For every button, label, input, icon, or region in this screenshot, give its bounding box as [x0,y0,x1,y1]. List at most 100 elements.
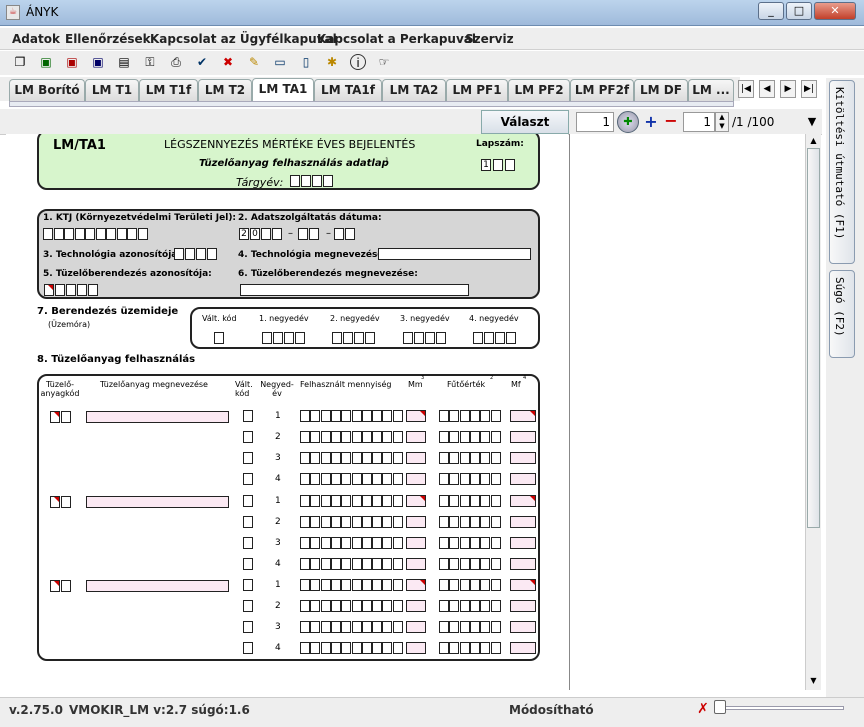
calorific-cell[interactable] [439,516,449,528]
s7-quarter-cell[interactable] [425,332,435,344]
quantity-cell[interactable] [392,642,403,654]
quantity-cell[interactable] [341,431,352,443]
quantity-cell[interactable] [320,410,331,422]
quantity-cell[interactable] [382,473,393,485]
quantity-cell[interactable] [310,452,321,464]
calorific-cell[interactable] [459,452,470,464]
calorific-cell[interactable] [480,410,491,422]
menu-szerviz[interactable]: Szerviz [465,32,514,46]
quantity-cell[interactable] [392,410,403,422]
calorific-cell[interactable] [449,642,460,654]
calorific-cell[interactable] [469,579,480,591]
vertical-scrollbar[interactable]: ▲ ▼ [805,134,821,690]
calorific-cell[interactable] [449,579,460,591]
zoom-slider-handle[interactable] [714,700,726,714]
mf-input[interactable] [510,452,536,464]
last-tab-icon[interactable]: ▶| [801,80,817,98]
edit-icon[interactable]: ✎ [246,54,262,70]
tech-id-cell[interactable] [185,248,195,260]
calorific-cell[interactable] [459,431,470,443]
first-tab-icon[interactable]: |◀ [738,80,754,98]
tech-name-input[interactable] [378,248,531,260]
dropdown-icon[interactable]: ▼ [802,112,822,132]
mf-input[interactable] [510,431,536,443]
mf-input[interactable] [510,579,536,591]
row-valt-cell[interactable] [243,473,253,485]
quantity-cell[interactable] [351,473,362,485]
calorific-cell[interactable] [439,537,449,549]
calorific-cell[interactable] [439,431,449,443]
mm-input[interactable] [406,431,426,443]
calorific-cell[interactable] [459,621,470,633]
quantity-cell[interactable] [372,516,383,528]
tab-lm-ta1[interactable]: LM TA1 [252,78,314,102]
quantity-cell[interactable] [320,537,331,549]
s7-quarter-cell[interactable] [506,332,516,344]
quantity-cell[interactable] [300,473,310,485]
calorific-cell[interactable] [490,621,501,633]
quantity-cell[interactable] [361,537,372,549]
row-valt-cell[interactable] [243,495,253,507]
calorific-cell[interactable] [469,537,480,549]
quantity-cell[interactable] [330,431,341,443]
quantity-cell[interactable] [351,516,362,528]
quantity-cell[interactable] [320,579,331,591]
quantity-cell[interactable] [392,452,403,464]
tab-lm-t2[interactable]: LM T2 [198,79,252,101]
quantity-cell[interactable] [382,579,393,591]
delete-icon[interactable]: ✖ [220,54,236,70]
tab-lm-t1[interactable]: LM T1 [85,79,139,101]
device-id-cell[interactable] [88,284,98,296]
select-button[interactable]: Választ [481,110,569,134]
tab-lm-pf1[interactable]: LM PF1 [446,79,508,101]
date-month-cell[interactable] [298,228,308,240]
ktj-cell[interactable] [127,228,137,240]
date-year-cell[interactable]: 2 [239,228,249,240]
menu-ugyfelkapu[interactable]: Kapcsolat az Ügyfélkapuval [150,32,337,46]
s7-quarter-cell[interactable] [403,332,413,344]
add-page-icon[interactable]: ✚ [617,111,639,133]
calorific-cell[interactable] [490,558,501,570]
calorific-cell[interactable] [490,431,501,443]
calorific-cell[interactable] [480,537,491,549]
scroll-thumb[interactable] [807,148,820,528]
quantity-cell[interactable] [382,600,393,612]
quantity-cell[interactable] [372,537,383,549]
quantity-cell[interactable] [382,621,393,633]
quantity-cell[interactable] [382,558,393,570]
calorific-cell[interactable] [459,537,470,549]
device-id-cell[interactable] [66,284,76,296]
save-as-icon[interactable]: ▣ [90,54,106,70]
calculator-icon[interactable]: ▤ [116,54,132,70]
quantity-cell[interactable] [310,579,321,591]
mf-input[interactable] [510,410,536,422]
calorific-cell[interactable] [459,600,470,612]
calorific-cell[interactable] [480,431,491,443]
calorific-cell[interactable] [449,410,460,422]
calorific-cell[interactable] [490,642,501,654]
fuel-code-cell[interactable] [50,580,60,592]
quantity-cell[interactable] [382,537,393,549]
calorific-cell[interactable] [439,473,449,485]
quantity-cell[interactable] [330,558,341,570]
quantity-cell[interactable] [382,431,393,443]
quantity-cell[interactable] [300,410,310,422]
next-tab-icon[interactable]: ▶ [780,80,796,98]
quantity-cell[interactable] [330,473,341,485]
fuel-code-cell[interactable] [61,496,71,508]
quantity-cell[interactable] [320,600,331,612]
calorific-cell[interactable] [449,600,460,612]
quantity-cell[interactable] [300,516,310,528]
calorific-cell[interactable] [439,600,449,612]
calorific-cell[interactable] [490,452,501,464]
fuel-code-cell[interactable] [50,496,60,508]
mf-input[interactable] [510,516,536,528]
ktj-cell[interactable] [85,228,95,240]
quantity-cell[interactable] [310,495,321,507]
quantity-cell[interactable] [351,558,362,570]
quantity-cell[interactable] [392,579,403,591]
quantity-cell[interactable] [372,410,383,422]
quantity-cell[interactable] [361,516,372,528]
device-id-cell[interactable] [55,284,65,296]
fuel-name-input[interactable] [86,411,229,423]
